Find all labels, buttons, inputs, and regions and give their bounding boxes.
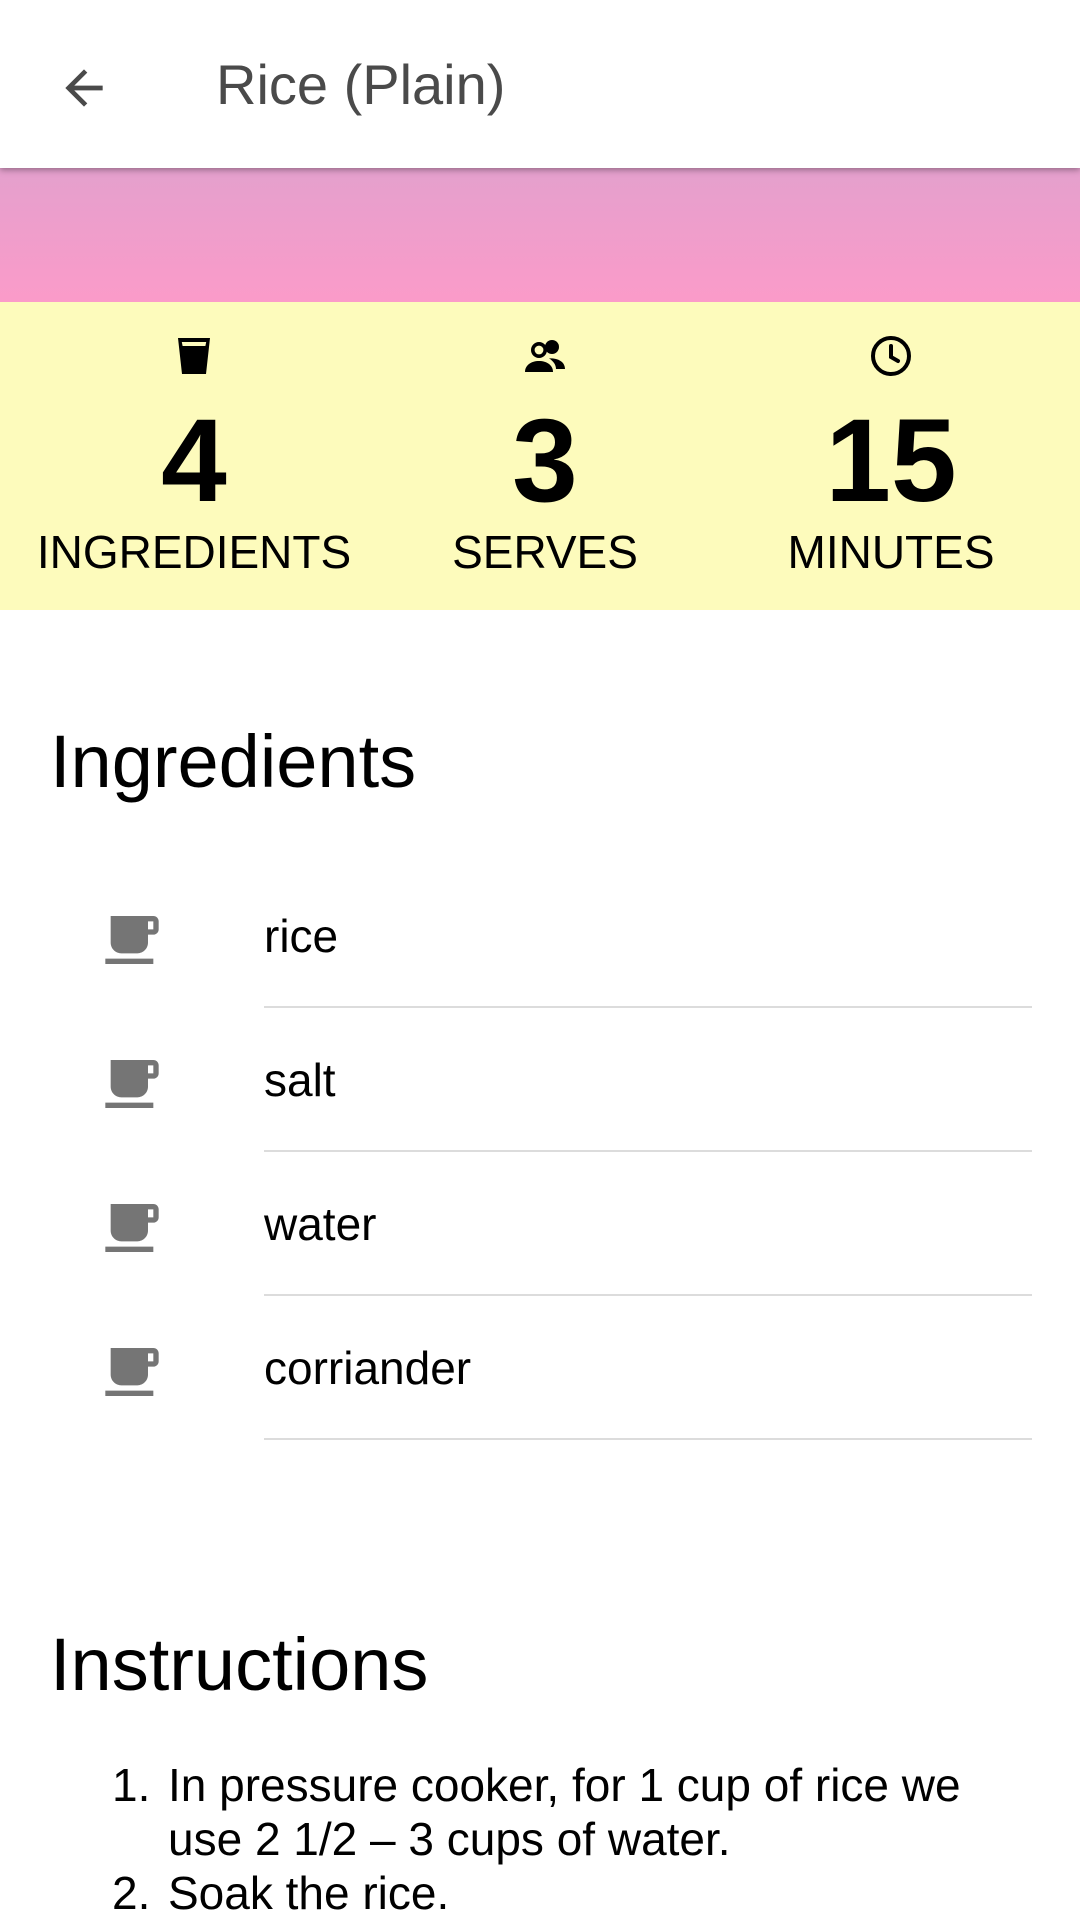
instructions-heading: Instructions <box>50 1623 429 1706</box>
recipe-stats: 4 INGREDIENTS 3 SERVES 15 MINUTES <box>0 302 1080 610</box>
stat-value: 15 <box>825 395 957 527</box>
app-bar: Rice (Plain) <box>0 0 1080 168</box>
stat-ingredients: 4 INGREDIENTS <box>0 302 388 610</box>
stat-value: 4 <box>161 395 227 527</box>
divider <box>264 1438 1032 1440</box>
step-number: 2. <box>112 1867 151 1919</box>
ingredients-heading: Ingredients <box>50 720 417 803</box>
stat-label: SERVES <box>452 526 638 578</box>
instruction-step: 2. Soak the rice. <box>112 1866 1012 1920</box>
list-item[interactable]: salt <box>0 1008 1080 1152</box>
stat-label: INGREDIENTS <box>36 526 352 578</box>
coffee-cup-icon <box>105 1204 159 1252</box>
step-text: Soak the rice. <box>168 1867 450 1919</box>
list-item[interactable]: water <box>0 1152 1080 1296</box>
arrow-left-icon <box>65 69 103 107</box>
people-icon <box>525 340 565 372</box>
step-text: In pressure cooker, for 1 cup of rice we… <box>168 1759 961 1865</box>
ingredients-list: rice salt water corriander <box>0 864 1080 1440</box>
coffee-cup-icon <box>105 1348 159 1396</box>
glass-icon <box>178 338 210 374</box>
stat-label: MINUTES <box>787 526 995 578</box>
list-item[interactable]: rice <box>0 864 1080 1008</box>
coffee-cup-icon <box>105 1060 159 1108</box>
ingredient-name: salt <box>264 1054 336 1106</box>
page-title: Rice (Plain) <box>216 53 506 116</box>
back-button[interactable] <box>40 44 128 132</box>
ingredient-name: water <box>264 1198 377 1250</box>
list-item[interactable]: corriander <box>0 1296 1080 1440</box>
stat-value: 3 <box>512 395 578 527</box>
stat-minutes: 15 MINUTES <box>702 302 1080 610</box>
ingredient-name: corriander <box>264 1342 472 1394</box>
ingredient-name: rice <box>264 910 339 962</box>
instructions-list: 1. In pressure cooker, for 1 cup of rice… <box>112 1758 1012 1920</box>
step-number: 1. <box>112 1759 151 1811</box>
hero-banner <box>0 168 1080 302</box>
instruction-step: 1. In pressure cooker, for 1 cup of rice… <box>112 1758 1012 1866</box>
stat-serves: 3 SERVES <box>388 302 702 610</box>
coffee-cup-icon <box>105 916 159 964</box>
clock-icon <box>871 336 911 376</box>
